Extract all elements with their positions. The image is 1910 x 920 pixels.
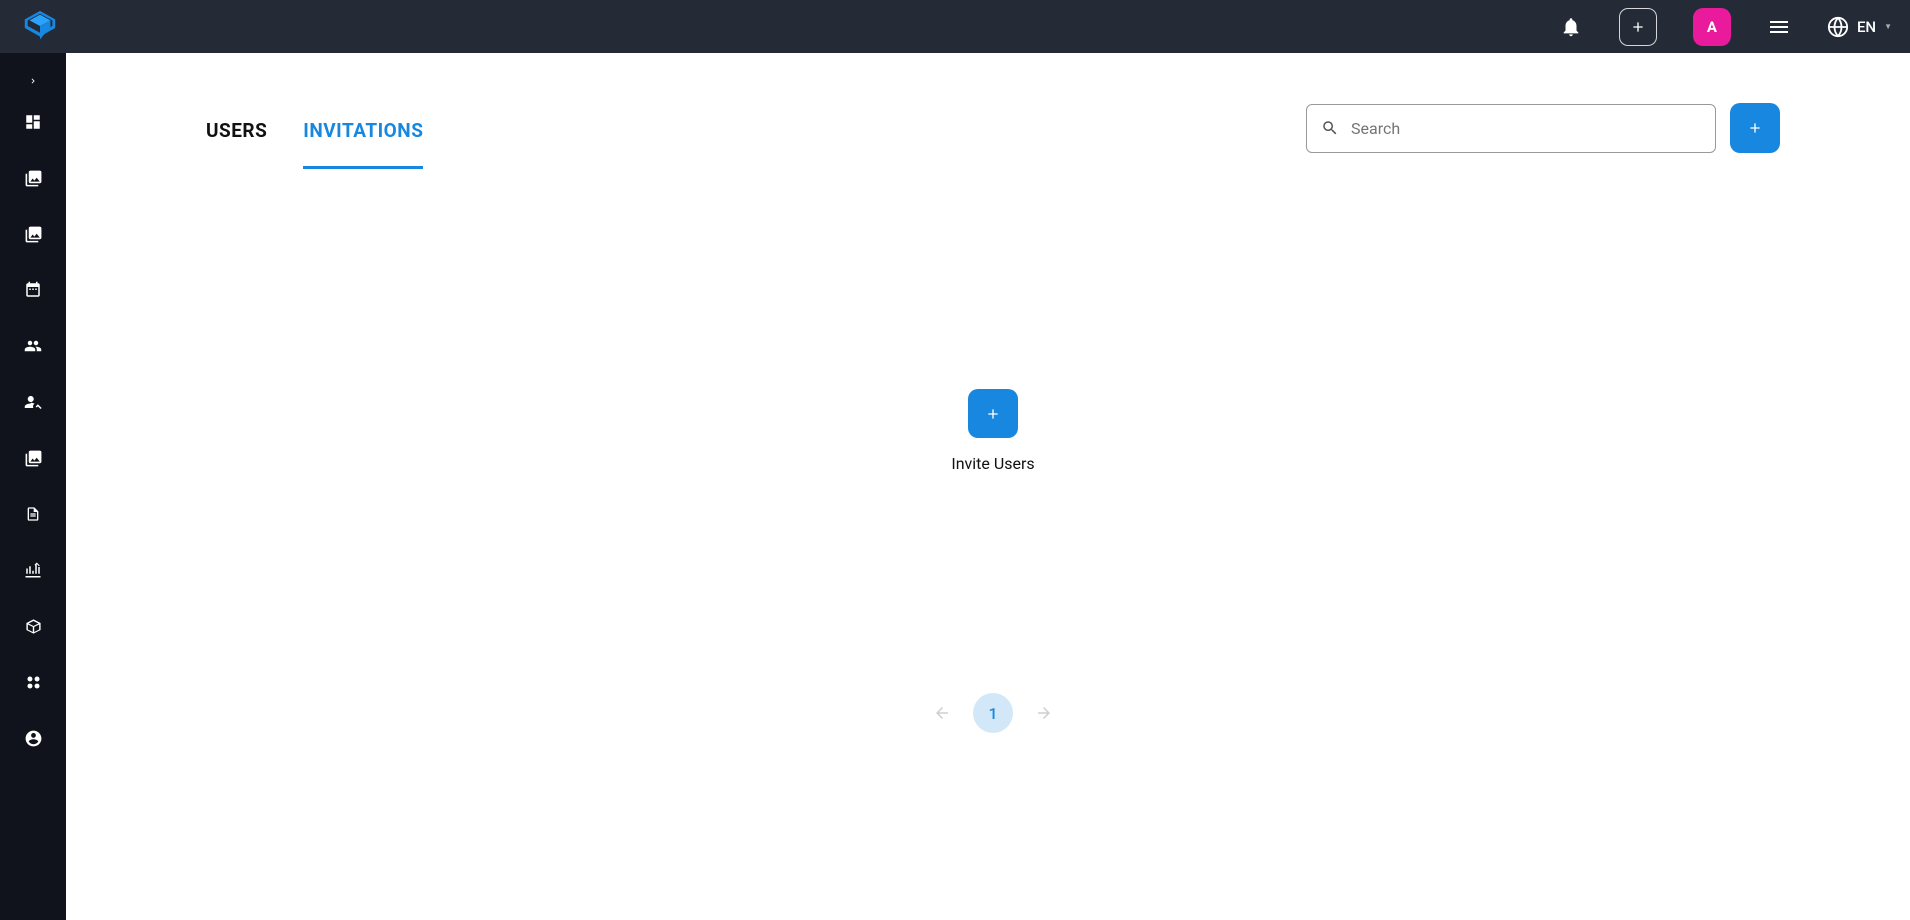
- invite-users-label: Invite Users: [951, 454, 1034, 473]
- chevron-down-icon: ▼: [1884, 22, 1892, 31]
- sidebar-item-verified-user[interactable]: [0, 391, 66, 413]
- empty-state: Invite Users: [206, 389, 1780, 473]
- app-header: A EN ▼: [0, 0, 1910, 53]
- calendar-icon: [24, 281, 42, 299]
- header-add-button[interactable]: [1619, 8, 1657, 46]
- tab-invitations[interactable]: INVITATIONS: [303, 103, 423, 169]
- plus-icon: [1747, 120, 1763, 136]
- sidebar-item-document[interactable]: [0, 503, 66, 525]
- sidebar: [0, 53, 66, 920]
- cube-icon: [25, 618, 42, 635]
- app-logo[interactable]: [20, 7, 60, 47]
- sidebar-item-account[interactable]: [0, 727, 66, 749]
- plus-icon: [1630, 19, 1646, 35]
- image-collection-icon: [24, 449, 43, 468]
- sidebar-expand-button[interactable]: [15, 67, 51, 95]
- dashboard-icon: [24, 113, 42, 131]
- image-collection-icon: [24, 169, 43, 188]
- person-check-icon: [23, 393, 43, 411]
- invite-users-button[interactable]: [968, 389, 1018, 438]
- people-icon: [23, 337, 43, 355]
- sidebar-item-apps[interactable]: [0, 671, 66, 693]
- language-code: EN: [1857, 18, 1876, 36]
- sidebar-item-dashboard[interactable]: [0, 111, 66, 133]
- search-box: [1306, 104, 1716, 153]
- image-collection-icon: [24, 225, 43, 244]
- plus-icon: [985, 406, 1001, 422]
- sidebar-item-users[interactable]: [0, 335, 66, 357]
- account-circle-icon: [24, 729, 43, 748]
- hamburger-icon: [1767, 15, 1791, 39]
- chart-icon: [24, 561, 42, 579]
- tabs: USERS INVITATIONS: [206, 103, 423, 169]
- user-avatar[interactable]: A: [1693, 8, 1731, 46]
- bell-icon: [1560, 16, 1582, 38]
- pagination-page-1[interactable]: 1: [973, 693, 1013, 733]
- pagination-prev[interactable]: [933, 704, 951, 722]
- document-icon: [25, 505, 41, 523]
- sidebar-item-analytics[interactable]: [0, 559, 66, 581]
- arrow-right-icon: [1035, 704, 1053, 722]
- avatar-letter: A: [1707, 18, 1717, 36]
- sidebar-item-calendar[interactable]: [0, 279, 66, 301]
- sidebar-item-media[interactable]: [0, 223, 66, 245]
- sidebar-item-package[interactable]: [0, 615, 66, 637]
- pagination-next[interactable]: [1035, 704, 1053, 722]
- four-dots-icon: [25, 674, 42, 691]
- menu-button[interactable]: [1767, 15, 1791, 39]
- notifications-button[interactable]: [1559, 15, 1583, 39]
- sidebar-item-gallery[interactable]: [0, 167, 66, 189]
- language-selector[interactable]: EN ▼: [1827, 16, 1892, 38]
- globe-icon: [1827, 16, 1849, 38]
- search-input[interactable]: [1351, 119, 1701, 138]
- arrow-left-icon: [933, 704, 951, 722]
- search-icon: [1321, 119, 1339, 137]
- pagination: 1: [206, 693, 1780, 733]
- main-content: USERS INVITATIONS: [66, 53, 1910, 920]
- chevron-right-icon: [28, 76, 38, 86]
- add-button[interactable]: [1730, 103, 1780, 153]
- sidebar-item-images[interactable]: [0, 447, 66, 469]
- tab-users[interactable]: USERS: [206, 103, 267, 169]
